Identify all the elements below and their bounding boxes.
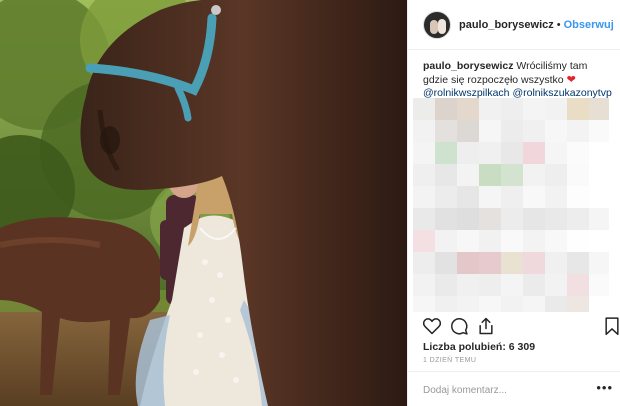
post-timestamp[interactable]: 1 DZIEŃ TEMU <box>423 357 476 364</box>
post-photo[interactable] <box>0 0 407 406</box>
share-icon[interactable] <box>476 316 496 336</box>
likes-number: 6 309 <box>508 341 536 353</box>
like-count[interactable]: Liczba polubień: 6 309 <box>423 341 535 353</box>
red-heart-icon: ❤ <box>566 73 576 86</box>
follow-button[interactable]: Obserwuj <box>564 19 614 31</box>
pixelated-mosaic <box>413 98 609 312</box>
comment-input[interactable] <box>423 382 583 398</box>
add-comment-bar: ••• <box>408 371 620 406</box>
post-header: paulo_borysewicz • Obserwuj <box>408 0 620 50</box>
heart-outline-icon[interactable] <box>422 316 442 336</box>
likes-label: Liczba polubień: <box>423 341 506 353</box>
separator-dot: • <box>556 18 561 31</box>
post-actions <box>408 314 620 338</box>
username-link[interactable]: paulo_borysewicz <box>459 19 554 31</box>
bookmark-icon[interactable] <box>602 316 620 336</box>
speech-bubble-icon[interactable] <box>449 316 469 336</box>
post-caption: paulo_borysewicz Wróciliśmy tam gdzie si… <box>423 60 613 101</box>
wedding-horse-photo <box>0 0 407 406</box>
caption-username[interactable]: paulo_borysewicz <box>423 60 513 72</box>
obscured-comments-area <box>413 98 609 312</box>
avatar[interactable] <box>423 10 451 39</box>
ellipsis-icon[interactable]: ••• <box>596 380 613 395</box>
